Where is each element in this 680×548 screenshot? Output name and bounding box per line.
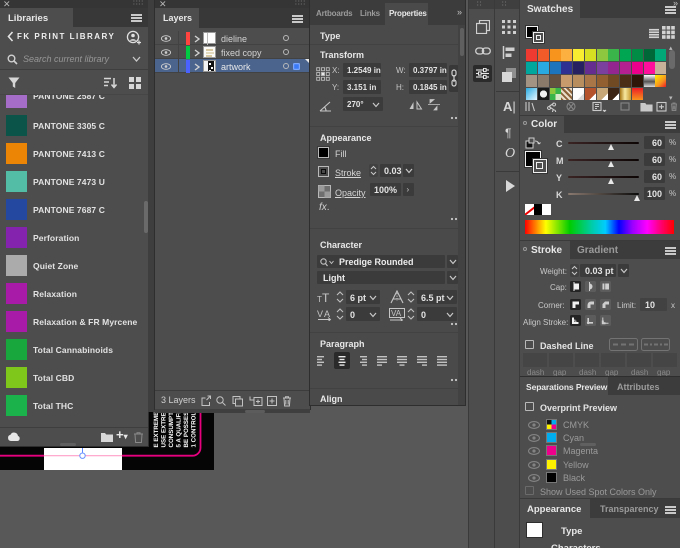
- svg-text:T: T: [322, 291, 330, 303]
- svg-text:V: V: [317, 309, 323, 319]
- svg-text:VA: VA: [391, 309, 402, 318]
- svg-text:E EXTREME: E EXTREME: [153, 412, 160, 448]
- svg-text:A: A: [324, 309, 330, 319]
